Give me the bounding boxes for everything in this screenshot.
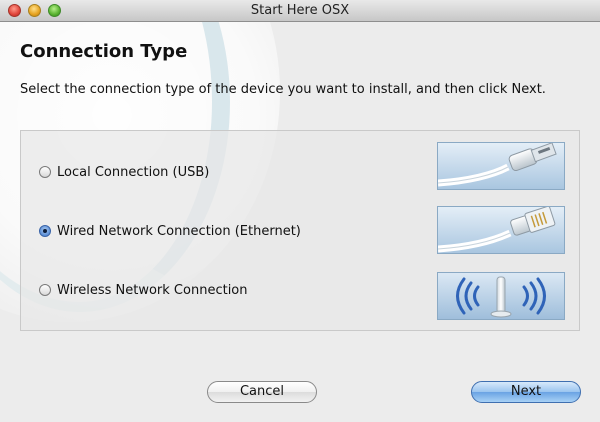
option-label-wired-ethernet: Wired Network Connection (Ethernet) <box>57 223 301 239</box>
option-label-wireless: Wireless Network Connection <box>57 282 248 298</box>
instruction-text: Select the connection type of the device… <box>20 82 546 97</box>
option-wired-ethernet[interactable]: Wired Network Connection (Ethernet) <box>39 222 301 240</box>
installer-window: Start Here OSX Connection Type Select th… <box>0 0 600 422</box>
radio-wireless[interactable] <box>39 284 51 296</box>
wireless-icon <box>437 272 565 320</box>
cancel-button[interactable]: Cancel <box>207 381 317 403</box>
page-title: Connection Type <box>20 41 188 62</box>
option-local-usb[interactable]: Local Connection (USB) <box>39 163 209 181</box>
connection-options-panel: Local Connection (USB) Wired Network Con… <box>20 130 580 331</box>
radio-local-usb[interactable] <box>39 166 51 178</box>
next-button[interactable]: Next <box>471 381 581 403</box>
radio-wired-ethernet[interactable] <box>39 225 51 237</box>
ethernet-cable-icon <box>437 206 565 254</box>
content-area: Connection Type Select the connection ty… <box>0 22 600 422</box>
usb-cable-icon <box>437 142 565 190</box>
option-wireless[interactable]: Wireless Network Connection <box>39 281 248 299</box>
window-title: Start Here OSX <box>250 3 350 18</box>
title-bar: Start Here OSX <box>0 0 600 22</box>
option-label-local-usb: Local Connection (USB) <box>57 164 210 180</box>
